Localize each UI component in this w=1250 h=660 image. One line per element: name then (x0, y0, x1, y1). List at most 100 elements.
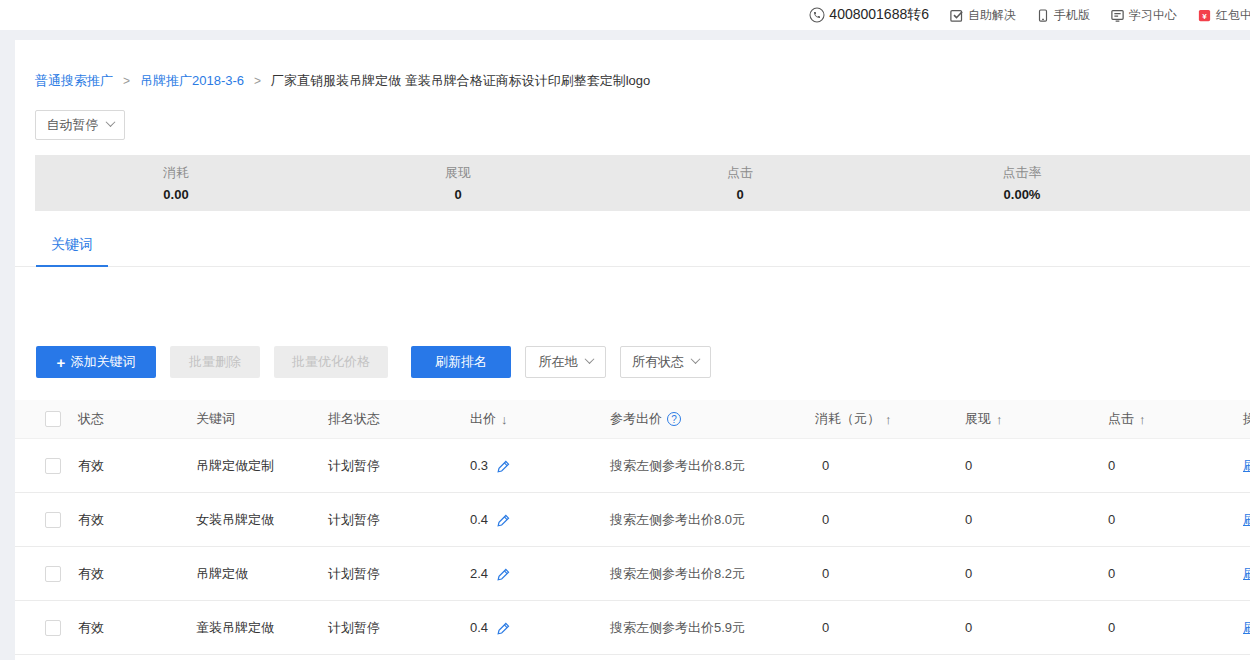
topbar-item-2[interactable]: 学习中心 (1110, 7, 1177, 24)
refresh-ranking-button[interactable]: 刷新排名 (411, 346, 511, 378)
breadcrumb-separator: > (123, 74, 130, 88)
header-rank-status[interactable]: 排名状态 (328, 410, 470, 428)
edit-bid-icon[interactable] (496, 566, 512, 582)
stat-label: 点击率 (881, 164, 1163, 182)
table-row: 有效吊牌定做计划暂停2.4搜索左侧参考出价8.2元000刷新排名 (15, 547, 1250, 601)
breadcrumb-link[interactable]: 吊牌推广2018-3-6 (140, 72, 244, 90)
check-square-icon (949, 8, 964, 23)
status-filter-dropdown[interactable]: 所有状态 (620, 346, 711, 378)
plus-icon: + (57, 354, 66, 371)
cell-keyword: 女装吊牌定做 (196, 511, 328, 529)
topbar-item-label: 自助解决 (968, 7, 1016, 24)
edit-bid-icon[interactable] (496, 620, 512, 636)
table-row: 有效童装吊牌定做计划暂停0.4搜索左侧参考出价5.9元000刷新排名 (15, 601, 1250, 655)
header-keyword[interactable]: 关键词 (196, 410, 328, 428)
cell-impressions: 0 (965, 458, 1108, 473)
batch-optimize-price-button[interactable]: 批量优化价格 (274, 346, 388, 378)
keywords-table: 状态 关键词 排名状态 出价↓ 参考出价? 消耗（元）↑ 展现↑ 点击↑ 操作 … (15, 400, 1250, 655)
chevron-down-icon (105, 117, 115, 127)
cell-ref-bid: 搜索左侧参考出价8.2元 (610, 565, 815, 583)
edit-bid-icon[interactable] (496, 512, 512, 528)
select-all-checkbox[interactable] (45, 411, 61, 427)
refresh-rank-link[interactable]: 刷新排名 (1243, 458, 1250, 473)
table-header: 状态 关键词 排名状态 出价↓ 参考出价? 消耗（元）↑ 展现↑ 点击↑ 操作 (15, 400, 1250, 439)
location-filter-dropdown[interactable]: 所在地 (525, 346, 606, 378)
stat-label: 点击 (599, 164, 881, 182)
cell-bid: 2.4 (470, 566, 488, 581)
refresh-rank-link[interactable]: 刷新排名 (1243, 566, 1250, 581)
refresh-rank-link[interactable]: 刷新排名 (1243, 512, 1250, 527)
stat-value: 0.00 (35, 187, 317, 202)
cell-keyword: 童装吊牌定做 (196, 619, 328, 637)
breadcrumb: 普通搜索推广>吊牌推广2018-3-6>厂家直销服装吊牌定做 童装吊牌合格证商标… (35, 72, 650, 90)
cell-cost: 0 (815, 620, 965, 635)
content-card: 普通搜索推广>吊牌推广2018-3-6>厂家直销服装吊牌定做 童装吊牌合格证商标… (15, 40, 1250, 660)
row-checkbox[interactable] (45, 512, 61, 528)
add-keyword-button[interactable]: +添加关键词 (36, 346, 156, 378)
chevron-down-icon (584, 354, 594, 364)
header-impressions[interactable]: 展现↑ (965, 410, 1108, 428)
stat-label: 消耗 (35, 164, 317, 182)
cell-bid: 0.3 (470, 458, 488, 473)
row-checkbox[interactable] (45, 620, 61, 636)
tab-row: 关键词 (15, 233, 1250, 267)
cell-impressions: 0 (965, 566, 1108, 581)
header-bid[interactable]: 出价↓ (470, 410, 610, 428)
stat-value: 0 (317, 187, 599, 202)
cell-status: 有效 (78, 457, 196, 475)
row-checkbox[interactable] (45, 566, 61, 582)
breadcrumb-link[interactable]: 普通搜索推广 (35, 72, 113, 90)
cell-clicks: 0 (1108, 620, 1243, 635)
breadcrumb-current: 厂家直销服装吊牌定做 童装吊牌合格证商标设计印刷整套定制logo (271, 72, 650, 90)
cell-ref-bid: 搜索左侧参考出价5.9元 (610, 619, 815, 637)
sort-asc-icon: ↑ (1139, 412, 1146, 427)
toolbar: +添加关键词 批量删除 批量优化价格 刷新排名 所在地 所有状态 (15, 346, 1250, 378)
sort-asc-icon: ↑ (996, 412, 1003, 427)
batch-delete-button[interactable]: 批量删除 (170, 346, 260, 378)
phone-icon (809, 7, 825, 23)
cell-cost: 0 (815, 512, 965, 527)
topbar-item-1[interactable]: 手机版 (1036, 7, 1090, 24)
row-checkbox[interactable] (45, 458, 61, 474)
stat-3: 点击率0.00% (881, 155, 1163, 211)
topbar-item-0[interactable]: 自助解决 (949, 7, 1016, 24)
stat-0: 消耗 0.00 (35, 155, 317, 211)
topbar-item-label: 红包中心 (1216, 7, 1250, 24)
cell-bid: 0.4 (470, 620, 488, 635)
status-filter-label: 所有状态 (632, 353, 684, 371)
cell-status: 有效 (78, 511, 196, 529)
auto-pause-dropdown[interactable]: 自动暂停 (35, 110, 125, 140)
header-clicks[interactable]: 点击↑ (1108, 410, 1243, 428)
cell-keyword: 吊牌定做定制 (196, 457, 328, 475)
header-actions: 操作 (1243, 410, 1250, 428)
stat-1: 展现0 (317, 155, 599, 211)
cell-clicks: 0 (1108, 566, 1243, 581)
cell-rank-status: 计划暂停 (328, 619, 470, 637)
svg-text:¥: ¥ (1202, 11, 1207, 20)
auto-pause-label: 自动暂停 (47, 116, 99, 134)
cell-impressions: 0 (965, 620, 1108, 635)
table-row: 有效吊牌定做定制计划暂停0.3搜索左侧参考出价8.8元000刷新排名 (15, 439, 1250, 493)
header-ref-bid[interactable]: 参考出价? (610, 410, 815, 428)
topbar-item-3[interactable]: ¥ 红包中心 (1197, 7, 1250, 24)
cell-bid: 0.4 (470, 512, 488, 527)
tab-keywords[interactable]: 关键词 (36, 233, 108, 267)
help-icon[interactable]: ? (667, 412, 681, 426)
cell-cost: 0 (815, 458, 965, 473)
cell-impressions: 0 (965, 512, 1108, 527)
cell-ref-bid: 搜索左侧参考出价8.0元 (610, 511, 815, 529)
cell-status: 有效 (78, 565, 196, 583)
stats-bar: 消耗0.00展现0点击0点击率0.00% (35, 155, 1250, 211)
chevron-down-icon (691, 354, 701, 364)
stat-2: 点击0 (599, 155, 881, 211)
header-status[interactable]: 状态 (78, 410, 196, 428)
top-bar: 4008001688转6 自助解决手机版学习中心¥红包中心 (0, 0, 1250, 30)
cell-status: 有效 (78, 619, 196, 637)
refresh-rank-link[interactable]: 刷新排名 (1243, 620, 1250, 635)
cell-keyword: 吊牌定做 (196, 565, 328, 583)
mobile-icon (1036, 8, 1050, 23)
table-row: 有效女装吊牌定做计划暂停0.4搜索左侧参考出价8.0元000刷新排名 (15, 493, 1250, 547)
header-cost[interactable]: 消耗（元）↑ (815, 410, 965, 428)
edit-bid-icon[interactable] (496, 458, 512, 474)
red-packet-icon: ¥ (1197, 8, 1212, 23)
